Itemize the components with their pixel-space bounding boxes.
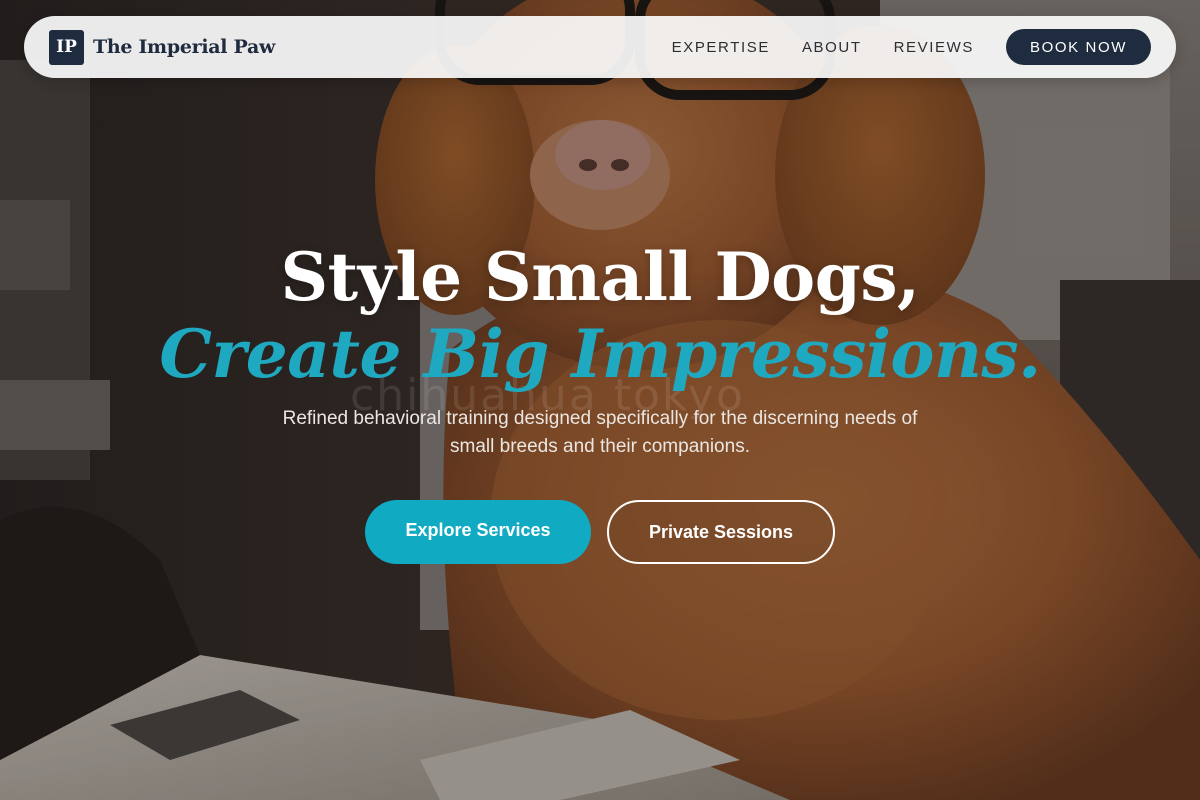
explore-services-button[interactable]: Explore Services bbox=[365, 500, 591, 564]
hero-section: chihuahua tokyo bbox=[0, 0, 1200, 800]
private-sessions-button[interactable]: Private Sessions bbox=[607, 500, 835, 564]
hero-cta-group: Explore Services Private Sessions bbox=[365, 500, 835, 564]
top-navbar: IP The Imperial Paw EXPERTISE ABOUT REVI… bbox=[24, 16, 1176, 78]
hero-title-line-1: Style Small Dogs, bbox=[280, 238, 920, 316]
nav-link-about[interactable]: ABOUT bbox=[802, 39, 862, 56]
brand-monogram: IP bbox=[49, 29, 84, 65]
brand-logo[interactable]: IP The Imperial Paw bbox=[49, 29, 276, 65]
nav-link-reviews[interactable]: REVIEWS bbox=[894, 39, 974, 56]
hero-subtitle: Refined behavioral training designed spe… bbox=[282, 408, 918, 457]
nav-link-expertise[interactable]: EXPERTISE bbox=[672, 39, 770, 56]
hero-title-line-2: Create Big Impressions. bbox=[159, 315, 1041, 393]
hero-headline: Style Small Dogs, Create Big Impressions… bbox=[0, 236, 1200, 390]
nav-links: EXPERTISE ABOUT REVIEWS BOOK NOW bbox=[672, 29, 1151, 65]
brand-name: The Imperial Paw bbox=[93, 36, 276, 58]
book-now-button[interactable]: BOOK NOW bbox=[1006, 29, 1151, 65]
